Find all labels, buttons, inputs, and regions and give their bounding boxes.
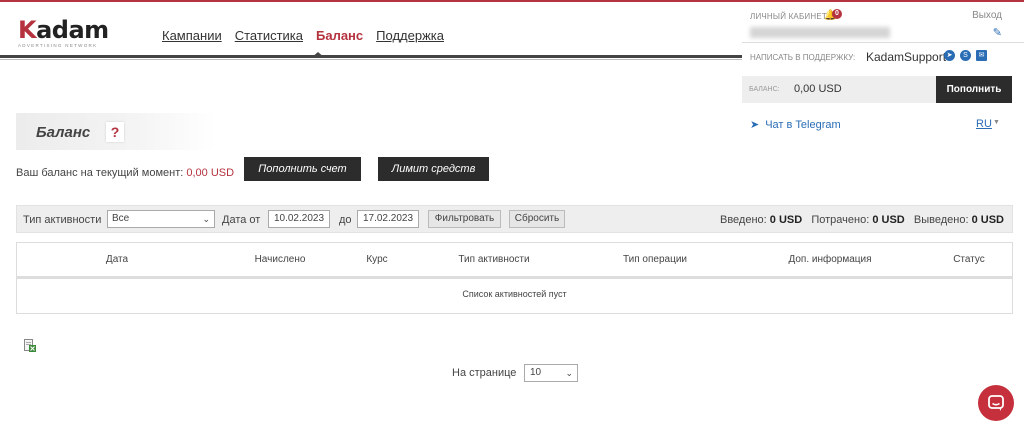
column-operation-type[interactable]: Тип операции — [605, 254, 705, 265]
mail-icon[interactable]: ✉ — [976, 50, 987, 61]
topup-button[interactable]: Пополнить — [936, 76, 1012, 103]
column-status[interactable]: Статус — [939, 254, 999, 265]
paper-plane-icon: ➤ — [750, 119, 760, 131]
kadam-logo[interactable]: Kadam ADVERTISING NETWORK — [18, 18, 118, 48]
date-from-input[interactable]: 10.02.2023 — [268, 210, 330, 228]
activity-type-select[interactable]: Все ⌄ — [107, 210, 215, 228]
help-question-icon[interactable]: ? — [106, 122, 124, 142]
header-divider — [0, 55, 742, 58]
balance-label: БАЛАНС: — [749, 86, 780, 93]
withdrawn-label: Выведено: — [913, 214, 969, 226]
telegram-chat-link[interactable]: ➤ Чат в Telegram — [750, 118, 841, 131]
telegram-chat-label: Чат в Telegram — [765, 119, 841, 131]
logo-k: K — [18, 16, 37, 44]
activity-type-value: Все — [112, 213, 130, 224]
nav-support[interactable]: Поддержка — [376, 28, 444, 43]
column-extra-info[interactable]: Доп. информация — [775, 254, 885, 265]
column-credited[interactable]: Начислено — [245, 254, 315, 265]
per-page-value: 10 — [530, 367, 542, 378]
date-from-label: Дата от — [222, 214, 261, 226]
account-email-blurred — [750, 27, 890, 38]
page-title: Баланс — [36, 124, 91, 141]
header-divider-thin — [0, 59, 742, 60]
balance-value: 0,00 USD — [794, 83, 842, 95]
withdrawn-value: 0 USD — [971, 214, 1004, 226]
totals-summary: Введено: 0 USD Потрачено: 0 USD Выведено… — [720, 214, 1004, 226]
filter-button[interactable]: Фильтровать — [428, 210, 501, 228]
current-balance-label: Ваш баланс на текущий момент: — [16, 167, 184, 179]
column-date[interactable]: Дата — [87, 254, 147, 265]
skype-icon[interactable]: S — [960, 50, 971, 61]
language-selector[interactable]: RU — [976, 118, 992, 130]
page-title-band: Баланс ? — [16, 113, 216, 150]
current-balance-line: Ваш баланс на текущий момент: 0,00 USD — [16, 167, 234, 179]
filter-bar: Тип активности Все ⌄ Дата от 10.02.2023 … — [16, 205, 1013, 233]
chevron-down-icon: ▼ — [993, 119, 1000, 126]
activity-table: Дата Начислено Курс Тип активности Тип о… — [16, 242, 1013, 314]
logout-link[interactable]: Выход — [972, 10, 1002, 21]
per-page-select[interactable]: 10 ⌄ — [524, 364, 578, 382]
spent-label: Потрачено: — [811, 214, 870, 226]
panel-divider — [742, 42, 1024, 43]
support-name: KadamSupport — [866, 50, 947, 64]
current-balance-value: 0,00 USD — [186, 167, 235, 179]
logo-rest: adam — [36, 16, 109, 44]
nav-balance[interactable]: Баланс — [316, 28, 363, 43]
account-panel: ЛИЧНЫЙ КАБИНЕТ 🔔 0 Выход ✎ НАПИСАТЬ В ПО… — [742, 2, 1024, 147]
main-nav: Кампании Статистика Баланс Поддержка — [162, 28, 444, 43]
chat-bubble-icon — [988, 395, 1004, 411]
date-to-label: до — [339, 214, 352, 226]
support-label: НАПИСАТЬ В ПОДДЕРЖКУ: — [750, 53, 856, 62]
topup-account-button[interactable]: Пополнить счет — [244, 157, 361, 181]
entered-label: Введено: — [719, 214, 767, 226]
column-activity-type[interactable]: Тип активности — [441, 254, 547, 265]
date-to-input[interactable]: 17.02.2023 — [357, 210, 419, 228]
balance-box: БАЛАНС: 0,00 USD Пополнить — [742, 76, 1012, 103]
per-page-label: На странице — [452, 367, 517, 379]
entered-value: 0 USD — [769, 214, 803, 226]
excel-export-icon[interactable] — [24, 339, 36, 352]
nav-campaigns[interactable]: Кампании — [162, 28, 222, 43]
cabinet-label: ЛИЧНЫЙ КАБИНЕТ — [750, 12, 827, 21]
chevron-down-icon: ⌄ — [565, 368, 573, 378]
support-icons: ➤ S ✉ — [944, 50, 987, 61]
chat-widget-button[interactable] — [978, 385, 1014, 421]
chevron-down-icon: ⌄ — [202, 214, 210, 224]
nav-statistics[interactable]: Статистика — [235, 28, 303, 43]
column-rate[interactable]: Курс — [357, 254, 397, 265]
edit-pencil-icon[interactable]: ✎ — [993, 26, 1002, 39]
notification-badge: 0 — [832, 9, 842, 19]
spent-value: 0 USD — [872, 214, 905, 226]
activity-type-label: Тип активности — [23, 214, 102, 226]
table-header-row: Дата Начислено Курс Тип активности Тип о… — [17, 243, 1012, 279]
telegram-icon[interactable]: ➤ — [944, 50, 955, 61]
empty-list-message: Список активностей пуст — [462, 289, 567, 299]
reset-button[interactable]: Сбросить — [509, 210, 565, 228]
funds-limit-button[interactable]: Лимит средств — [378, 157, 489, 181]
